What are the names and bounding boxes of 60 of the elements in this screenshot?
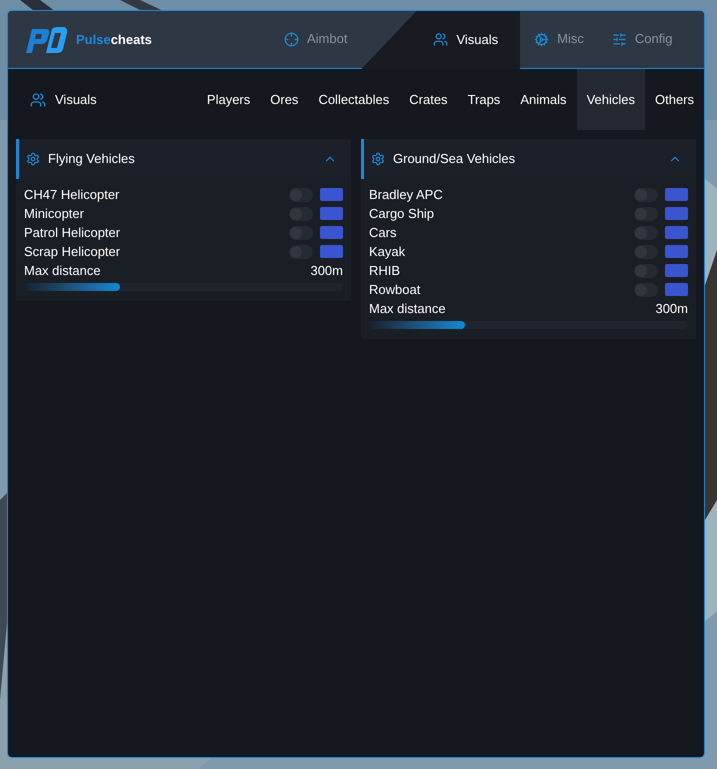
option-label: Cars bbox=[369, 224, 398, 242]
option-label: Cargo Ship bbox=[369, 204, 436, 223]
toggle-switch[interactable] bbox=[289, 226, 313, 240]
option-label: Rowboat bbox=[369, 280, 422, 299]
gear-icon bbox=[26, 152, 40, 166]
option-label: CH47 Helicopter bbox=[24, 186, 120, 204]
slider-value: 300m bbox=[310, 262, 343, 280]
color-swatch[interactable] bbox=[320, 188, 343, 201]
color-swatch[interactable] bbox=[665, 207, 688, 220]
slider-track[interactable] bbox=[24, 283, 343, 291]
sub-tab[interactable]: Animals bbox=[510, 69, 577, 130]
tab[interactable]: Config bbox=[598, 11, 686, 68]
color-swatch[interactable] bbox=[320, 245, 343, 258]
slider-track[interactable] bbox=[369, 321, 688, 329]
panel-title: Ground/Sea Vehicles bbox=[393, 150, 516, 168]
panel-title: Flying Vehicles bbox=[48, 150, 136, 168]
gear-icon bbox=[371, 152, 385, 166]
toggle-switch[interactable] bbox=[289, 206, 313, 220]
sub-tab[interactable]: Traps bbox=[458, 69, 510, 130]
option-label: Scrap Helicopter bbox=[24, 242, 122, 261]
tab[interactable]: Visuals bbox=[361, 11, 520, 69]
logo-text: Pulse bbox=[76, 30, 111, 49]
toggle-switch[interactable] bbox=[634, 282, 658, 296]
color-swatch[interactable] bbox=[320, 226, 343, 239]
crosshair-icon bbox=[284, 32, 299, 46]
sub-tab[interactable]: Crates bbox=[399, 69, 458, 130]
option-label: Patrol Helicopter bbox=[24, 224, 122, 242]
tab[interactable]: Misc bbox=[520, 11, 598, 68]
users-icon bbox=[433, 32, 448, 47]
option-label: Kayak bbox=[369, 242, 406, 261]
gear-icon bbox=[534, 32, 550, 46]
sub-tab[interactable]: Vehicles bbox=[576, 69, 645, 130]
sliders-icon bbox=[612, 32, 627, 46]
tab[interactable]: Aimbot bbox=[270, 11, 362, 68]
logo-text: cheats bbox=[110, 30, 152, 49]
color-swatch[interactable] bbox=[320, 207, 343, 220]
color-swatch[interactable] bbox=[665, 283, 688, 296]
sub-tab[interactable]: Players bbox=[196, 69, 260, 130]
toggle-switch[interactable] bbox=[634, 244, 658, 258]
users-icon bbox=[30, 92, 46, 108]
option-label: Bradley APC bbox=[369, 186, 444, 204]
color-swatch[interactable] bbox=[665, 245, 688, 258]
sub-tab[interactable]: Others bbox=[644, 69, 704, 130]
toggle-switch[interactable] bbox=[634, 226, 658, 240]
toggle-switch[interactable] bbox=[289, 244, 313, 258]
color-swatch[interactable] bbox=[665, 226, 688, 239]
slider-label: Max distance bbox=[24, 262, 102, 280]
sub-tab[interactable]: Ores bbox=[260, 69, 308, 130]
toggle-switch[interactable] bbox=[634, 264, 658, 278]
toggle-switch[interactable] bbox=[634, 206, 658, 220]
toggle-switch[interactable] bbox=[634, 188, 658, 202]
color-swatch[interactable] bbox=[665, 188, 688, 201]
slider-value: 300m bbox=[655, 300, 688, 318]
section-title: Visuals bbox=[55, 90, 98, 109]
color-swatch[interactable] bbox=[665, 264, 688, 277]
slider-label: Max distance bbox=[369, 300, 447, 318]
option-label: RHIB bbox=[369, 262, 402, 280]
option-label: Minicopter bbox=[24, 204, 85, 223]
toggle-switch[interactable] bbox=[289, 188, 313, 202]
sub-tab[interactable]: Collectables bbox=[308, 69, 400, 130]
